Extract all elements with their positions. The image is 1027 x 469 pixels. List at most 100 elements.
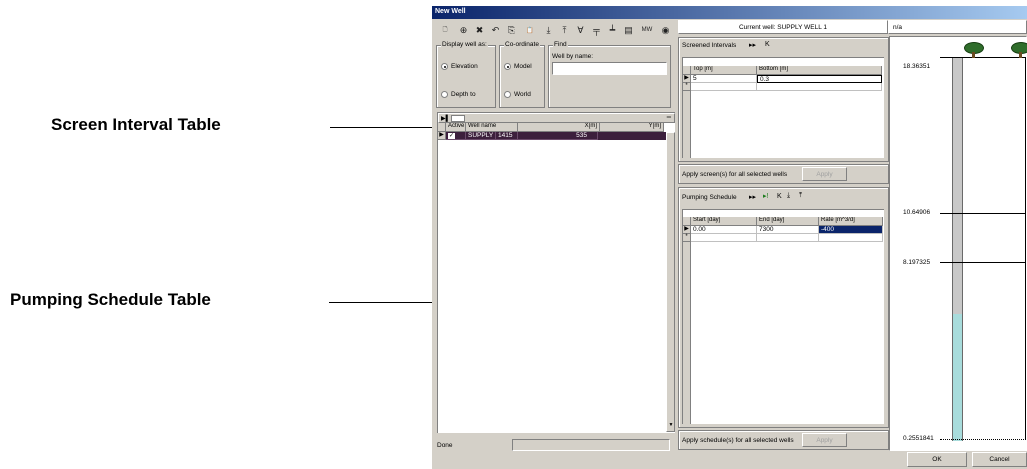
well-name-cell[interactable]: SUPPLY WE — [466, 132, 496, 140]
end-cell[interactable]: 7300 — [757, 226, 819, 234]
screen-apply-button[interactable]: Apply — [802, 167, 847, 181]
col-rate[interactable]: Rate [m^3/d] — [819, 217, 883, 226]
find-label: Well by name: — [552, 53, 594, 60]
pump-rowheader-strip — [683, 242, 691, 424]
active-checkbox[interactable]: ✓ — [446, 132, 466, 140]
pumping-row[interactable]: ▶ 0.00 7300 -400 — [683, 226, 883, 234]
radio-depth-label: Depth to — [451, 91, 476, 98]
display-well-legend: Display well as: — [441, 41, 488, 48]
status-text: Done — [437, 442, 453, 449]
record-first-icon[interactable]: ▶▌ — [441, 115, 450, 122]
current-well-bar: Current well: SUPPLY WELL 1 — [678, 20, 888, 34]
screen-remove-icon[interactable]: K — [765, 41, 770, 48]
radio-elevation-dot[interactable] — [441, 63, 448, 70]
rate-cell[interactable]: -400 — [819, 226, 883, 234]
radio-elevation[interactable]: Elevation — [441, 63, 478, 70]
radio-model-dot[interactable] — [504, 63, 511, 70]
add-well-icon[interactable]: ⊕ — [456, 22, 471, 38]
radio-depth-dot[interactable] — [441, 91, 448, 98]
new-bottom-cell[interactable] — [757, 83, 882, 91]
well-profile-panel: 18.36351 10.64906 8.197325 0.2551841 — [889, 36, 1027, 451]
radio-world[interactable]: World — [504, 91, 531, 98]
y-cell[interactable]: 535 — [518, 132, 598, 140]
new-top-cell[interactable] — [691, 83, 757, 91]
well-table-header: Active Well name X[m] Y[m] — [438, 123, 675, 132]
coordinate-group: Co-ordinate Model World — [499, 41, 545, 108]
pumping-schedule-title: Pumping Schedule — [682, 194, 737, 201]
cancel-button[interactable]: Cancel — [972, 452, 1027, 467]
scroll-down-icon[interactable]: ▼ — [667, 422, 675, 431]
copy-icon[interactable]: ⎘ — [504, 22, 519, 38]
water-level — [953, 314, 962, 441]
pump-add-icon[interactable]: ▸▸ — [749, 193, 756, 201]
collapse-icon[interactable]: ═ — [667, 115, 671, 121]
progress-bar — [512, 439, 670, 451]
top-cell[interactable]: 5 — [691, 75, 757, 83]
pump-import-icon[interactable]: ⤓ — [787, 192, 790, 200]
col-start[interactable]: Start [day] — [691, 217, 757, 226]
pump-remove-icon[interactable]: K — [777, 193, 782, 200]
elevation-label-3: 8.197325 — [903, 259, 931, 266]
radio-elevation-label: Elevation — [451, 63, 478, 70]
start-cell[interactable]: 0.00 — [691, 226, 757, 234]
bottom-cell[interactable]: 0.3 — [757, 75, 882, 83]
find-legend: Find — [553, 41, 568, 48]
pump-export-icon[interactable]: ⤒ — [799, 192, 802, 200]
pump-insert-icon[interactable]: ▸! — [763, 192, 768, 200]
col-active[interactable]: Active — [446, 123, 466, 132]
screen-row[interactable]: ▶ 5 0.3 — [683, 75, 882, 83]
radio-world-dot[interactable] — [504, 91, 511, 98]
undo-icon[interactable]: ↶ — [488, 22, 503, 38]
na-label: n/a — [893, 24, 903, 31]
col-end[interactable]: End [day] — [757, 217, 819, 226]
new-start-cell[interactable] — [691, 234, 757, 242]
delete-icon[interactable]: ✖ — [472, 22, 487, 38]
screen-add-icon[interactable]: ▸▸ — [749, 41, 756, 49]
col-top[interactable]: Top [m] — [691, 66, 757, 75]
paste-icon[interactable]: 📋 — [520, 22, 540, 38]
find-input[interactable] — [552, 62, 667, 75]
well-table: ▶▌ ═ Active Well name X[m] Y[m] ▶ ✓ SUPP… — [437, 112, 675, 433]
mw-icon[interactable]: MW — [637, 22, 657, 38]
screen-new-row-icon[interactable]: * — [683, 83, 691, 91]
pump-apply-button[interactable]: Apply — [802, 433, 847, 447]
pump-new-row-icon[interactable]: * — [683, 234, 691, 242]
export-icon[interactable]: ⤒ — [557, 22, 572, 38]
coordinate-legend: Co-ordinate — [504, 41, 540, 48]
col-bottom[interactable]: Bottom [m] — [757, 66, 882, 75]
tree-icon — [963, 42, 985, 58]
radio-depth[interactable]: Depth to — [441, 91, 476, 98]
import-icon[interactable]: ⤓ — [541, 22, 556, 38]
screen-rowheader-strip — [683, 91, 691, 158]
toolbar: 🗋 ⊕ ✖ ↶ ⎘ 📋 ⤓ ⤒ ∀ ╤ ┷ ▤ MW ◉ — [432, 19, 678, 41]
screen-icon[interactable]: ╤ — [589, 22, 604, 38]
new-rate-cell[interactable] — [819, 234, 883, 242]
pump-icon[interactable]: ┷ — [605, 22, 620, 38]
row-selector-icon[interactable]: ▶ — [438, 132, 446, 140]
well-table-scrollbar[interactable]: ▼ — [666, 132, 675, 432]
record-box-icon[interactable] — [451, 115, 465, 122]
col-y[interactable]: Y[m] — [600, 123, 664, 132]
screen-new-row[interactable]: * — [683, 83, 882, 91]
new-icon[interactable]: 🗋 — [435, 22, 455, 38]
screen-interval-table: Top [m] Bottom [m] ▶ 5 0.3 * — [682, 57, 884, 158]
ok-button[interactable]: OK — [907, 452, 967, 467]
col-x[interactable]: X[m] — [518, 123, 600, 132]
screen-row-selector-icon[interactable]: ▶ — [683, 75, 691, 83]
table-icon[interactable]: ▤ — [621, 22, 636, 38]
well-table-corner — [438, 123, 446, 132]
well-casing — [952, 57, 963, 441]
new-end-cell[interactable] — [757, 234, 819, 242]
help-icon[interactable]: ◉ — [658, 22, 673, 38]
pumping-schedule-panel: Pumping Schedule ▸▸ ▸! K ⤓ ⤒ Start [day]… — [678, 187, 889, 428]
x-cell[interactable]: 1415 — [496, 132, 518, 140]
col-well-name[interactable]: Well name — [466, 123, 518, 132]
well-table-row[interactable]: ▶ ✓ SUPPLY WE 1415 535 — [438, 132, 675, 140]
pumping-new-row[interactable]: * — [683, 234, 883, 242]
filter-icon[interactable]: ∀ — [573, 22, 588, 38]
screened-intervals-panel: Screened Intervals ▸▸ K Top [m] Bottom [… — [678, 37, 889, 162]
pump-row-selector-icon[interactable]: ▶ — [683, 226, 691, 234]
screen-table-header: Top [m] Bottom [m] — [683, 66, 884, 75]
radio-model[interactable]: Model — [504, 63, 532, 70]
elevation-label-2: 10.64906 — [903, 209, 931, 216]
